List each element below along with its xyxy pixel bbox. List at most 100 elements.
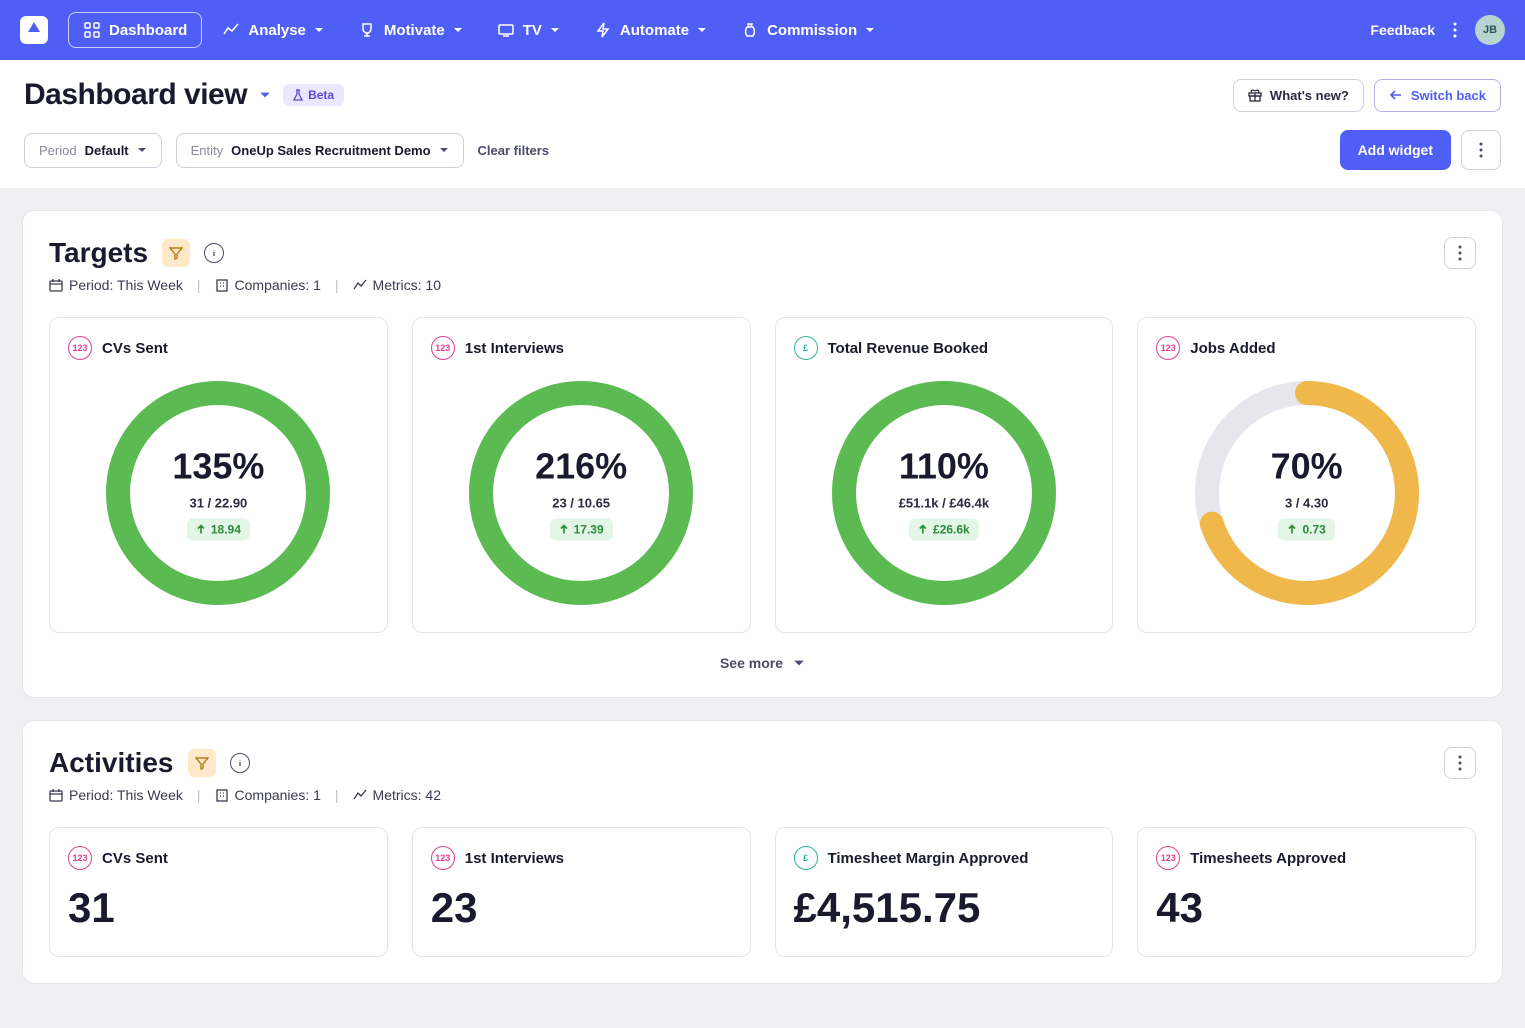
nav-tv[interactable]: TV xyxy=(483,13,574,47)
top-nav: Dashboard Analyse Motivate TV Automate C… xyxy=(0,0,1525,60)
number-icon: 123 xyxy=(68,336,92,360)
switch-back-button[interactable]: Switch back xyxy=(1374,79,1501,112)
targets-title: Targets xyxy=(49,237,148,269)
bolt-icon xyxy=(594,21,612,39)
activities-metrics-meta: Metrics: 42 xyxy=(353,787,441,803)
chevron-down-icon xyxy=(865,25,875,35)
target-card-title: Jobs Added xyxy=(1190,340,1275,357)
activities-title: Activities xyxy=(49,747,174,779)
activity-card[interactable]: 123 1st Interviews 23 xyxy=(412,827,751,957)
beta-label: Beta xyxy=(308,88,334,102)
activity-card[interactable]: £ Timesheet Margin Approved £4,515.75 xyxy=(775,827,1114,957)
nav-commission[interactable]: Commission xyxy=(727,13,889,47)
nav-motivate[interactable]: Motivate xyxy=(344,13,477,47)
target-card-title: 1st Interviews xyxy=(465,340,564,357)
whats-new-label: What's new? xyxy=(1270,88,1349,103)
activity-card-title: Timesheet Margin Approved xyxy=(828,850,1029,867)
targets-metrics-meta: Metrics: 10 xyxy=(353,277,441,293)
target-card[interactable]: £ Total Revenue Booked 110% £51.1k / £46… xyxy=(775,317,1114,633)
nav-analyse[interactable]: Analyse xyxy=(208,13,338,47)
number-icon: 123 xyxy=(431,336,455,360)
feedback-link[interactable]: Feedback xyxy=(1370,22,1435,38)
period-value: Default xyxy=(85,143,129,158)
arrow-left-icon xyxy=(1389,88,1403,102)
clear-filters[interactable]: Clear filters xyxy=(478,143,550,158)
activity-card-title: Timesheets Approved xyxy=(1190,850,1346,867)
trophy-icon xyxy=(358,21,376,39)
donut-percent: 216% xyxy=(535,446,627,488)
nav-label: Automate xyxy=(620,22,689,39)
content: Targets Period: This Week | Companies: 1… xyxy=(0,188,1525,1028)
donut-percent: 70% xyxy=(1271,446,1343,488)
chart-icon xyxy=(222,21,240,39)
targets-period-meta: Period: This Week xyxy=(49,277,183,293)
targets-see-more[interactable]: See more xyxy=(49,655,1476,671)
donut-delta: 18.94 xyxy=(187,519,250,541)
add-widget-button[interactable]: Add widget xyxy=(1340,130,1451,170)
activity-value: 31 xyxy=(68,884,369,932)
activities-more-button[interactable] xyxy=(1444,747,1476,779)
chevron-down-icon xyxy=(439,145,449,155)
donut-delta: 17.39 xyxy=(550,519,613,541)
nav-right: Feedback JB xyxy=(1370,15,1505,45)
nav-label: Commission xyxy=(767,22,857,39)
flask-icon xyxy=(293,89,303,101)
nav-label: Analyse xyxy=(248,22,306,39)
chevron-down-icon xyxy=(137,145,147,155)
target-card[interactable]: 123 CVs Sent 135% 31 / 22.90 18.94 xyxy=(49,317,388,633)
activities-info-button[interactable] xyxy=(230,753,250,773)
avatar[interactable]: JB xyxy=(1475,15,1505,45)
activity-value: 43 xyxy=(1156,884,1457,932)
targets-info-button[interactable] xyxy=(204,243,224,263)
chevron-down-icon xyxy=(314,25,324,35)
target-card-title: Total Revenue Booked xyxy=(828,340,989,357)
activities-panel: Activities Period: This Week | Companies… xyxy=(22,720,1503,984)
donut-fraction: £51.1k / £46.4k xyxy=(899,496,989,511)
chevron-down-icon xyxy=(697,25,707,35)
currency-icon: £ xyxy=(794,336,818,360)
donut-percent: 110% xyxy=(899,446,989,488)
widget-more-button[interactable] xyxy=(1461,130,1501,170)
nav-label: TV xyxy=(523,22,542,39)
number-icon: 123 xyxy=(1156,336,1180,360)
targets-panel: Targets Period: This Week | Companies: 1… xyxy=(22,210,1503,698)
title-dropdown[interactable] xyxy=(259,89,271,101)
activity-card-title: 1st Interviews xyxy=(465,850,564,867)
number-icon: 123 xyxy=(1156,846,1180,870)
target-card-title: CVs Sent xyxy=(102,340,168,357)
targets-filter-button[interactable] xyxy=(162,239,190,267)
donut-chart: 216% 23 / 10.65 17.39 xyxy=(466,378,696,608)
nav-items: Dashboard Analyse Motivate TV Automate C… xyxy=(68,12,1370,48)
donut-delta: £26.6k xyxy=(909,519,979,541)
activity-card-title: CVs Sent xyxy=(102,850,168,867)
donut-fraction: 3 / 4.30 xyxy=(1285,496,1328,511)
activity-card[interactable]: 123 Timesheets Approved 43 xyxy=(1137,827,1476,957)
donut-percent: 135% xyxy=(172,446,264,488)
more-menu-icon[interactable] xyxy=(1453,22,1457,38)
donut-chart: 110% £51.1k / £46.4k £26.6k xyxy=(829,378,1059,608)
activity-card[interactable]: 123 CVs Sent 31 xyxy=(49,827,388,957)
donut-chart: 135% 31 / 22.90 18.94 xyxy=(103,378,333,608)
donut-fraction: 31 / 22.90 xyxy=(189,496,247,511)
entity-value: OneUp Sales Recruitment Demo xyxy=(231,143,430,158)
targets-companies-meta: Companies: 1 xyxy=(215,277,321,293)
targets-more-button[interactable] xyxy=(1444,237,1476,269)
donut-fraction: 23 / 10.65 xyxy=(552,496,610,511)
beta-badge: Beta xyxy=(283,84,344,106)
activities-filter-button[interactable] xyxy=(188,749,216,777)
target-card[interactable]: 123 Jobs Added 70% 3 / 4.30 0.73 xyxy=(1137,317,1476,633)
activity-value: 23 xyxy=(431,884,732,932)
nav-dashboard[interactable]: Dashboard xyxy=(68,12,202,48)
switch-back-label: Switch back xyxy=(1411,88,1486,103)
logo-icon[interactable] xyxy=(20,16,48,44)
chevron-down-icon xyxy=(550,25,560,35)
page-title: Dashboard view xyxy=(24,78,247,112)
period-filter[interactable]: Period Default xyxy=(24,133,162,168)
target-card[interactable]: 123 1st Interviews 216% 23 / 10.65 17.39 xyxy=(412,317,751,633)
whats-new-button[interactable]: What's new? xyxy=(1233,79,1364,112)
entity-filter[interactable]: Entity OneUp Sales Recruitment Demo xyxy=(176,133,464,168)
header-bar: Dashboard view Beta What's new? Switch b… xyxy=(0,60,1525,188)
activity-value: £4,515.75 xyxy=(794,884,1095,932)
nav-automate[interactable]: Automate xyxy=(580,13,721,47)
tv-icon xyxy=(497,21,515,39)
